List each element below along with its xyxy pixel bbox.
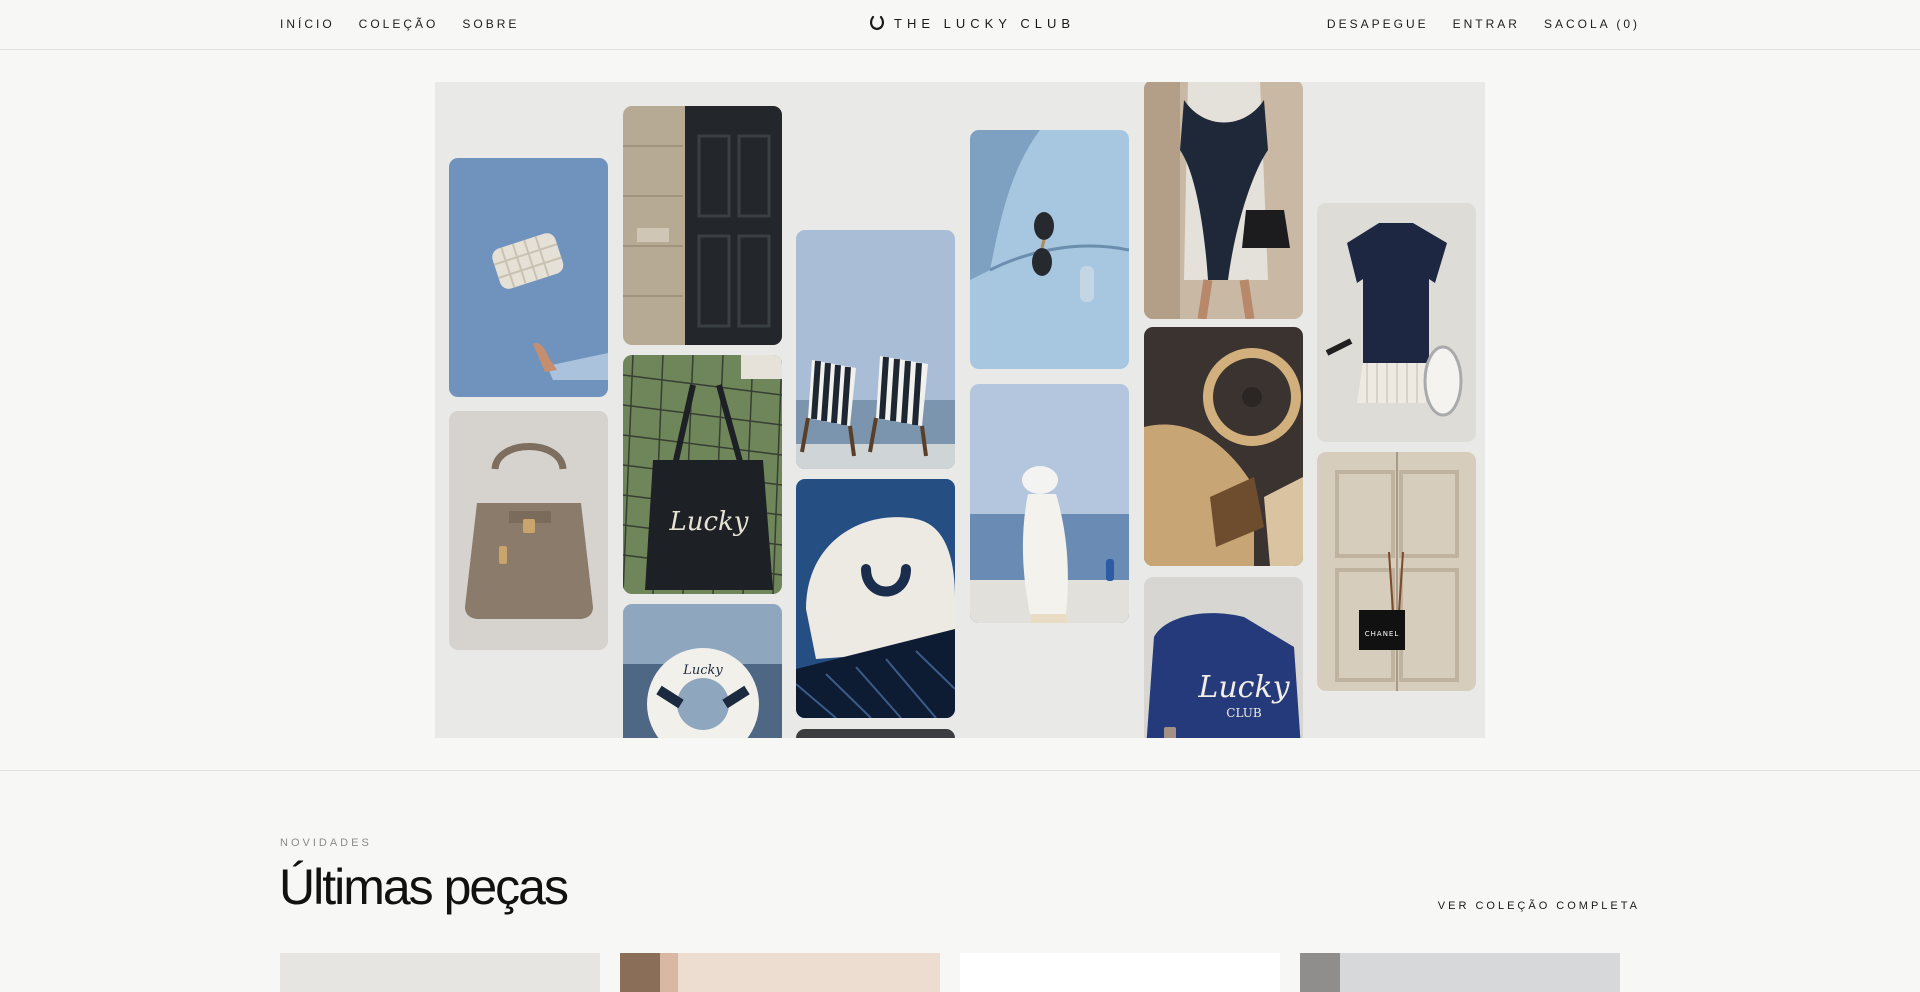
product-grid bbox=[280, 953, 1620, 992]
nav-link-entrar[interactable]: ENTRAR bbox=[1453, 17, 1520, 31]
svg-text:CHANEL: CHANEL bbox=[1365, 630, 1400, 638]
hero-collage: Lucky Lucky Lucky CLUB CHANEL bbox=[435, 82, 1485, 738]
nav-link-colecao[interactable]: COLEÇÃO bbox=[359, 17, 439, 31]
tile-print-lucky-club: Lucky bbox=[668, 507, 748, 537]
horseshoe-icon bbox=[870, 15, 884, 31]
tile-quilted-bag-toss bbox=[449, 158, 608, 397]
svg-text:CLUB: CLUB bbox=[1226, 706, 1262, 720]
tile-stone-doorway bbox=[623, 106, 782, 345]
product-image bbox=[620, 953, 940, 992]
tile-life-ring: Lucky bbox=[623, 604, 782, 738]
tile-partial-bottom bbox=[796, 729, 955, 738]
tile-knit-sweater-dress bbox=[1144, 82, 1303, 319]
tile-navy-tote: Lucky CLUB bbox=[1144, 577, 1303, 738]
svg-text:Lucky: Lucky bbox=[682, 663, 723, 678]
tile-seaside-woman bbox=[970, 384, 1129, 623]
tile-blue-car-sunglasses bbox=[970, 130, 1129, 369]
tile-chanel-door: CHANEL bbox=[1317, 452, 1476, 691]
product-image bbox=[960, 953, 1280, 992]
nav-link-desapegue[interactable]: DESAPEGUE bbox=[1327, 17, 1429, 31]
see-full-collection-link[interactable]: VER COLEÇÃO COMPLETA bbox=[1438, 900, 1640, 912]
section-divider bbox=[0, 770, 1920, 771]
primary-nav: INÍCIO COLEÇÃO SOBRE bbox=[280, 17, 519, 31]
top-navigation-bar: INÍCIO COLEÇÃO SOBRE THE LUCKY CLUB DESA… bbox=[0, 0, 1920, 50]
product-image bbox=[1300, 953, 1620, 992]
tile-car-interior bbox=[1144, 327, 1303, 566]
nav-link-sobre[interactable]: SOBRE bbox=[462, 17, 519, 31]
brand-name: THE LUCKY CLUB bbox=[894, 15, 1076, 31]
tile-taupe-handbag bbox=[449, 411, 608, 650]
cart-link[interactable]: SACOLA (0) bbox=[1544, 17, 1640, 31]
tile-horseshoe-cap bbox=[796, 479, 955, 718]
tile-polo-dress bbox=[1317, 203, 1476, 442]
svg-text:Lucky: Lucky bbox=[1197, 670, 1290, 705]
product-card[interactable] bbox=[1300, 953, 1620, 992]
brand-logo[interactable]: THE LUCKY CLUB bbox=[870, 15, 1075, 31]
tile-tennis-tote: Lucky bbox=[623, 355, 782, 594]
tile-beach-chairs bbox=[796, 230, 955, 469]
product-card[interactable] bbox=[280, 953, 600, 992]
account-nav: DESAPEGUE ENTRAR SACOLA (0) bbox=[1327, 17, 1640, 31]
section-title: Últimas peças bbox=[279, 859, 569, 915]
nav-link-inicio[interactable]: INÍCIO bbox=[280, 17, 335, 31]
product-card[interactable] bbox=[620, 953, 940, 992]
product-image bbox=[280, 953, 600, 992]
section-eyebrow: NOVIDADES bbox=[280, 837, 372, 849]
product-card[interactable] bbox=[960, 953, 1280, 992]
